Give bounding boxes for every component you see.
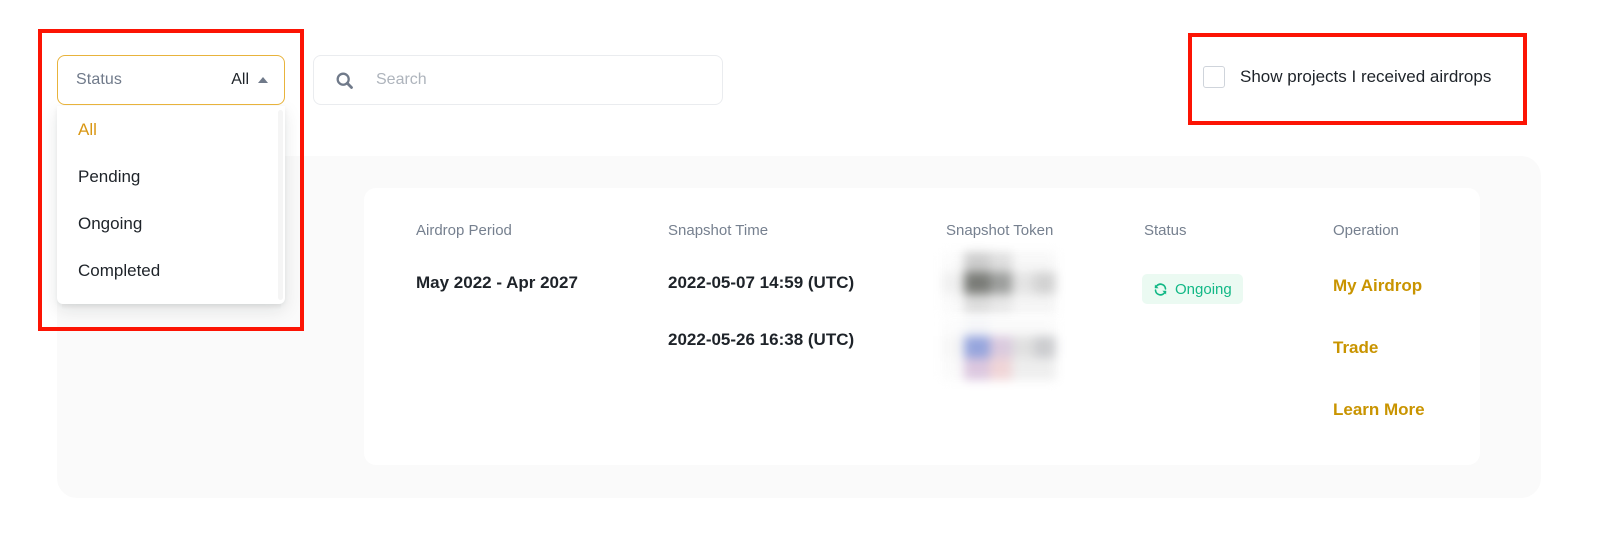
- cell-snapshot-time: 2022-05-07 14:59 (UTC): [668, 273, 854, 293]
- refresh-icon: [1153, 282, 1168, 297]
- page-root: Status All All Pending Ongoing Completed: [0, 0, 1600, 533]
- caret-up-icon: [258, 77, 268, 83]
- status-option-completed[interactable]: Completed: [57, 247, 285, 294]
- status-option-ongoing[interactable]: Ongoing: [57, 200, 285, 247]
- search-icon: [334, 70, 355, 91]
- status-filter-label: Status: [76, 71, 122, 89]
- status-option-label: All: [78, 120, 97, 140]
- operation-learn-more-link[interactable]: Learn More: [1333, 400, 1425, 420]
- column-header-snapshot-token: Snapshot Token: [946, 222, 1053, 239]
- status-option-label: Completed: [78, 261, 160, 281]
- airdrop-table: Airdrop Period Snapshot Time Snapshot To…: [364, 188, 1480, 465]
- column-header-snapshot-time: Snapshot Time: [668, 222, 768, 239]
- status-filter-value: All: [231, 71, 249, 89]
- cell-airdrop-period: May 2022 - Apr 2027: [416, 273, 578, 293]
- column-header-airdrop-period: Airdrop Period: [416, 222, 512, 239]
- status-option-pending[interactable]: Pending: [57, 153, 285, 200]
- status-filter-menu[interactable]: All Pending Ongoing Completed: [57, 106, 285, 304]
- status-menu-scrollbar[interactable]: [278, 110, 283, 300]
- column-header-status: Status: [1144, 222, 1187, 239]
- column-header-operation: Operation: [1333, 222, 1399, 239]
- status-badge: Ongoing: [1142, 274, 1243, 304]
- status-option-label: Pending: [78, 167, 140, 187]
- operation-trade-link[interactable]: Trade: [1333, 338, 1378, 358]
- search-input[interactable]: [376, 65, 706, 95]
- status-filter-dropdown[interactable]: Status All: [57, 55, 285, 105]
- snapshot-token-thumbnail: [942, 252, 1056, 314]
- status-option-all[interactable]: All: [57, 106, 285, 153]
- status-badge-text: Ongoing: [1175, 281, 1232, 298]
- snapshot-token-thumbnail: [942, 318, 1056, 380]
- received-airdrops-checkbox-row[interactable]: Show projects I received airdrops: [1203, 66, 1491, 88]
- search-box[interactable]: [313, 55, 723, 105]
- cell-snapshot-time: 2022-05-26 16:38 (UTC): [668, 330, 854, 350]
- table-header-row: Airdrop Period Snapshot Time Snapshot To…: [364, 222, 1480, 244]
- status-filter-value-group: All: [231, 71, 268, 89]
- operation-my-airdrop-link[interactable]: My Airdrop: [1333, 276, 1422, 296]
- received-airdrops-label: Show projects I received airdrops: [1240, 67, 1491, 87]
- received-airdrops-checkbox[interactable]: [1203, 66, 1225, 88]
- status-option-label: Ongoing: [78, 214, 142, 234]
